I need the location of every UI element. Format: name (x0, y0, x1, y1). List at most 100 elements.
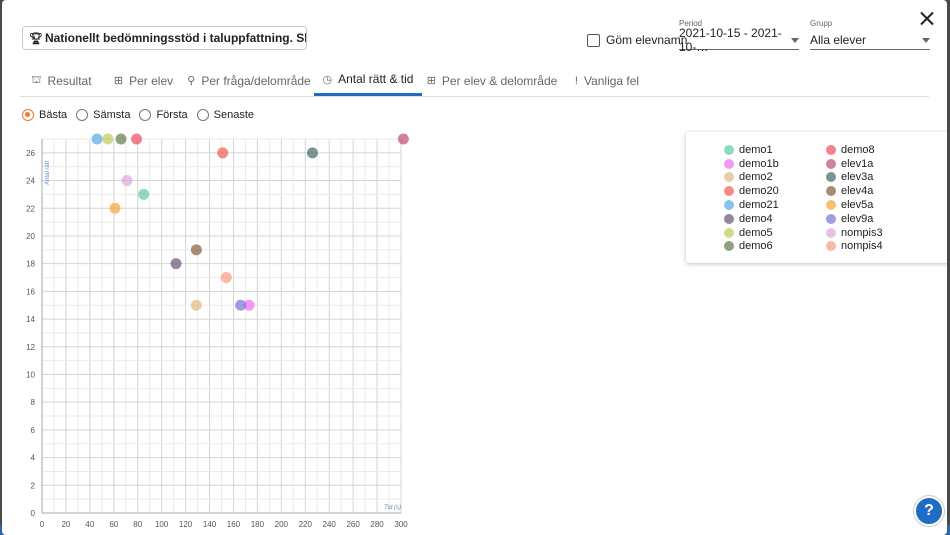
tab-vanliga-fel[interactable]: ! Vanliga fel (562, 65, 652, 96)
y-tick-label: 16 (26, 287, 35, 296)
legend-label: demo6 (739, 240, 773, 253)
tab-resultat[interactable]: ⛫ Resultat (20, 65, 103, 96)
attempt-radio-group: Bästa Sämsta Första Senaste (22, 109, 263, 121)
person-question-icon: ⚲ (187, 75, 196, 87)
legend-label: demo4 (739, 212, 773, 225)
legend-item-demo2[interactable]: demo2 (724, 171, 779, 185)
legend-swatch (826, 144, 836, 155)
radio-samsta[interactable]: Sämsta (76, 109, 130, 121)
help-button[interactable]: ? (914, 496, 944, 526)
legend-swatch (826, 158, 836, 169)
legend-label: elev3a (841, 171, 874, 184)
legend-item-elev9a[interactable]: elev9a (826, 212, 883, 226)
legend-item-elev3a[interactable]: elev3a (826, 171, 883, 185)
radio-basta[interactable]: Bästa (22, 109, 67, 121)
legend-label: elev9a (841, 212, 874, 225)
exclamation-icon: ! (574, 74, 578, 87)
radio-label: Bästa (39, 109, 68, 121)
tab-per-fraga[interactable]: ⚲ Per fråga/delområde (184, 65, 314, 96)
x-tick-label: 180 (251, 520, 265, 529)
legend-item-elev4a[interactable]: elev4a (826, 184, 883, 198)
tab-label: Per fråga/delområde (201, 73, 311, 88)
y-tick-label: 14 (26, 315, 35, 324)
chart-ticks: 0 20 40 60 80 100 120 140 160 180 200 220 240 260 280 3… (26, 149, 408, 529)
legend-item-demo6[interactable]: demo6 (724, 240, 779, 254)
data-point-demo6[interactable] (115, 133, 127, 145)
data-point-nompis3[interactable] (121, 175, 133, 187)
data-point-demo20[interactable] (217, 147, 229, 159)
x-tick-label: 80 (133, 520, 142, 529)
legend-item-demo8[interactable]: demo8 (826, 143, 883, 157)
test-select[interactable]: 🏆︎ Nationellt bedömningsstöd i taluppfat… (22, 26, 307, 50)
data-point-demo1[interactable] (138, 188, 150, 200)
data-point-elev5a[interactable] (109, 202, 121, 214)
radio-button[interactable] (22, 109, 34, 121)
x-tick-label: 0 (40, 520, 45, 529)
legend-swatch (724, 158, 734, 169)
hide-names-label: Göm elevnamn (606, 33, 688, 47)
legend-column: demo8 elev1a elev3a elev4a elev5a elev9a nompi… (826, 143, 883, 253)
period-select[interactable]: Period 2021-10-15 - 2021-10-… (679, 19, 799, 54)
tab-per-elev-delomrade[interactable]: ⊞ Per elev & delområde (422, 65, 562, 96)
data-point-demo5[interactable] (102, 133, 114, 145)
legend-swatch (724, 200, 734, 211)
test-select-value: Nationellt bedömningsstöd i taluppfattni… (44, 31, 306, 45)
group-select[interactable]: Grupp Alla elever (810, 19, 930, 50)
legend-swatch (724, 241, 734, 252)
legend-item-demo21[interactable]: demo21 (724, 198, 779, 212)
tab-per-elev[interactable]: ⊞ Per elev (103, 65, 184, 96)
legend-label: nompis3 (841, 226, 883, 239)
legend-label: demo20 (739, 185, 779, 198)
data-point-demo21[interactable] (91, 133, 103, 145)
hide-names-checkbox[interactable] (587, 33, 600, 47)
radio-button[interactable] (76, 109, 89, 121)
legend-item-elev1a[interactable]: elev1a (826, 157, 883, 171)
legend-swatch (826, 213, 836, 224)
grid-icon: ⊞ (426, 75, 436, 87)
radio-button[interactable] (139, 109, 152, 121)
tab-label: Resultat (47, 73, 92, 88)
legend-label: demo2 (739, 171, 773, 184)
data-point-demo4[interactable] (170, 258, 182, 270)
legend-item-elev5a[interactable]: elev5a (826, 198, 883, 212)
data-point-elev4a[interactable] (190, 244, 202, 256)
legend-swatch (826, 200, 836, 211)
data-point-demo8[interactable] (131, 133, 143, 145)
x-axis-label: Tid (s) (384, 505, 401, 511)
tab-label: Vanliga fel (583, 73, 640, 88)
data-point-demo2[interactable] (190, 299, 202, 311)
legend-label: elev1a (841, 157, 874, 170)
legend-item-demo20[interactable]: demo20 (724, 184, 779, 198)
legend-swatch (826, 241, 836, 252)
y-tick-label: 0 (31, 509, 36, 518)
y-tick-label: 4 (31, 454, 36, 463)
y-tick-label: 10 (26, 370, 35, 379)
hide-names-toggle[interactable]: Göm elevnamn (587, 33, 687, 47)
data-point-elev9a[interactable] (235, 299, 247, 311)
radio-senaste[interactable]: Senaste (196, 109, 254, 121)
legend-item-nompis4[interactable]: nompis4 (826, 240, 883, 254)
y-tick-label: 2 (31, 481, 36, 490)
y-tick-label: 8 (31, 398, 36, 407)
tab-label: Antal rätt & tid (338, 72, 414, 86)
legend-item-demo5[interactable]: demo5 (724, 226, 779, 240)
data-point-elev3a[interactable] (306, 147, 318, 159)
x-tick-label: 60 (109, 520, 118, 529)
legend-swatch (724, 213, 734, 224)
legend-label: demo5 (739, 226, 773, 239)
trophy-icon: 🏆︎ (29, 32, 43, 45)
radio-button[interactable] (196, 109, 209, 121)
people-icon: ⊞ (113, 75, 124, 87)
y-tick-label: 12 (26, 343, 35, 352)
tab-antal-ratt-tid[interactable]: ◷ Antal rätt & tid (314, 65, 422, 96)
legend-item-nompis3[interactable]: nompis3 (826, 226, 883, 240)
x-tick-label: 20 (61, 520, 70, 529)
radio-forsta[interactable]: Första (139, 109, 188, 121)
legend-item-demo4[interactable]: demo4 (724, 212, 779, 226)
legend-item-demo1[interactable]: demo1 (724, 143, 779, 157)
data-point-nompis4[interactable] (220, 272, 232, 284)
scatter-chart: 0 20 40 60 80 100 120 140 160 180 200 220 240 260 280 3… (26, 133, 409, 529)
legend-item-demo1b[interactable]: demo1b (724, 157, 779, 171)
legend-label: demo1 (739, 143, 773, 156)
data-point-elev1a[interactable] (397, 133, 409, 145)
